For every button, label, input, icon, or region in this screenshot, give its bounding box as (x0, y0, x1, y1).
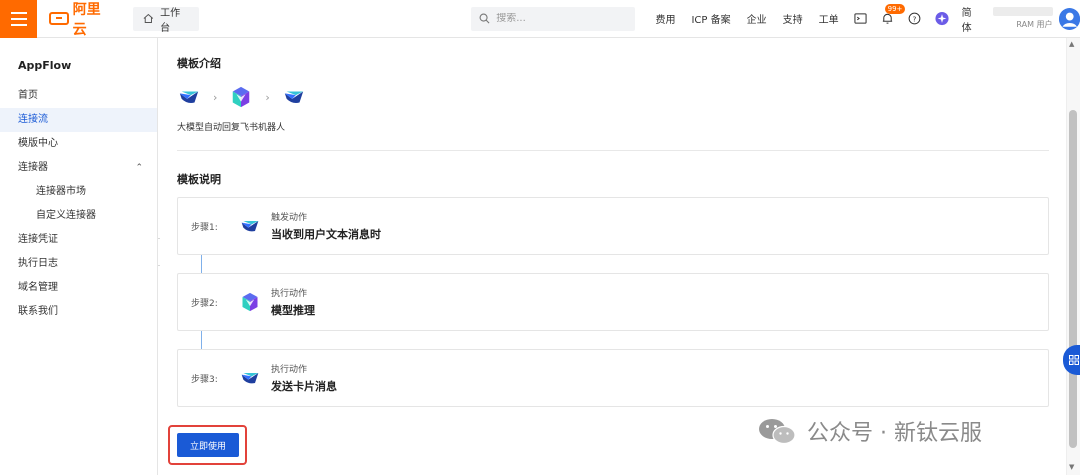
use-now-button[interactable]: 立即使用 (177, 433, 239, 457)
intro-title: 模板介绍 (177, 57, 221, 70)
step-name: 模型推理 (271, 304, 315, 317)
nav-support[interactable]: 支持 (775, 11, 811, 26)
feishu-icon (177, 85, 201, 109)
top-nav: 费用 ICP 备案 企业 支持 工单 99+ ? 简体 (647, 3, 977, 34)
aliyun-logo-icon (49, 12, 69, 25)
flow-icon-chain: › › (177, 85, 306, 109)
terminal-icon[interactable] (854, 12, 867, 26)
sidebar-item-domains[interactable]: 域名管理 (0, 276, 157, 300)
home-icon (143, 13, 154, 23)
avatar[interactable] (1058, 7, 1080, 30)
sidebar-item-connectors[interactable]: 连接器 ⌃ (0, 156, 157, 180)
sidebar-item-connector-market[interactable]: 连接器市场 (0, 180, 157, 204)
aliyun-logo[interactable]: 阿里云 (49, 0, 113, 39)
template-name: 大模型自动回复飞书机器人 (177, 123, 286, 133)
search-box[interactable] (471, 6, 636, 31)
step-type: 执行动作 (271, 289, 308, 299)
watermark-text: 公众号 · 新钛云服 (807, 421, 982, 446)
username-blurred (992, 7, 1053, 16)
sidebar-item-label: 自定义连接器 (36, 210, 96, 221)
user-info[interactable]: RAM 用户 (984, 0, 1053, 38)
feishu-icon (239, 367, 261, 389)
step-name: 当收到用户文本消息时 (271, 228, 381, 241)
watermark: 公众号 · 新钛云服 (757, 415, 982, 447)
top-bar: 阿里云 工作台 费用 ICP 备案 企业 支持 工单 99+ ? 简体 RAM … (0, 0, 1080, 38)
step-connector (201, 255, 202, 273)
sidebar-item-label: 模版中心 (18, 138, 58, 149)
search-icon (479, 13, 490, 24)
step-card-2: 步骤2: 执行动作 模型推理 (177, 273, 1049, 331)
step-label: 步骤3: (191, 374, 218, 385)
sidebar-item-label: 连接凭证 (18, 234, 58, 245)
notification-badge: 99+ (884, 3, 906, 14)
description-title: 模板说明 (177, 173, 221, 186)
app-title: AppFlow (18, 59, 72, 72)
feishu-icon (239, 215, 261, 237)
sidebar-item-label: 域名管理 (18, 282, 58, 293)
main-content: 模板介绍 › › 大模型自动回复飞书机器人 模板说明 步骤1: 触发动作 当收到… (160, 38, 1066, 475)
step-card-1: 步骤1: 触发动作 当收到用户文本消息时 (177, 197, 1049, 255)
sidebar-item-label: 首页 (18, 90, 38, 101)
workbench-label: 工作台 (160, 7, 181, 34)
user-avatar-icon (1058, 7, 1080, 30)
sidebar-item-contact[interactable]: 联系我们 (0, 300, 157, 324)
user-role: RAM 用户 (1016, 20, 1053, 29)
sidebar-item-flows[interactable]: 连接流 (0, 108, 157, 132)
step-name: 发送卡片消息 (271, 380, 337, 393)
sidebar-item-label: 连接流 (18, 114, 48, 125)
nav-ticket[interactable]: 工单 (811, 11, 847, 26)
sidebar-item-custom-connector[interactable]: 自定义连接器 (0, 204, 157, 228)
language-switch[interactable]: 简体 (962, 4, 977, 34)
menu-icon-line (10, 17, 27, 20)
sidebar-item-label: 联系我们 (18, 306, 58, 317)
wechat-icon (759, 419, 796, 445)
sidebar-item-label: 连接器 (18, 162, 48, 173)
chevron-up-icon: ⌃ (135, 163, 143, 173)
model-icon (239, 291, 261, 313)
search-input[interactable] (496, 13, 627, 24)
sidebar-item-templates[interactable]: 模版中心 (0, 132, 157, 156)
scrollbar-thumb[interactable] (1069, 110, 1077, 448)
nav-billing[interactable]: 费用 (647, 11, 683, 26)
step-type: 执行动作 (271, 365, 308, 375)
workbench-button[interactable]: 工作台 (133, 6, 200, 34)
sidebar-item-label: 执行日志 (18, 258, 58, 269)
nav-enterprise[interactable]: 企业 (739, 11, 775, 26)
sidebar-item-label: 连接器市场 (36, 186, 86, 197)
scroll-down-icon[interactable]: ▼ (1069, 463, 1074, 471)
step-connector (201, 331, 202, 349)
menu-icon-line (10, 11, 27, 14)
sidebar-item-credentials[interactable]: 连接凭证 (0, 228, 157, 252)
sidebar: AppFlow 首页 连接流 模版中心 连接器 ⌃ 连接器市场 自定义连接器 连接… (0, 38, 158, 475)
sidebar-item-home[interactable]: 首页 (0, 84, 157, 108)
divider (177, 150, 1049, 151)
grid-icon (1069, 355, 1079, 365)
menu-icon-line (10, 23, 27, 26)
help-icon[interactable]: ? (908, 12, 921, 26)
step-label: 步骤1: (191, 222, 218, 233)
nav-icp[interactable]: ICP 备案 (683, 11, 738, 26)
step-card-3: 步骤3: 执行动作 发送卡片消息 (177, 349, 1049, 407)
svg-text:?: ? (912, 14, 916, 23)
step-type: 触发动作 (271, 213, 308, 223)
scroll-up-icon[interactable]: ▲ (1069, 40, 1074, 48)
chevron-right-icon: › (265, 90, 270, 104)
model-icon (229, 85, 253, 109)
ai-assistant-icon[interactable] (935, 11, 949, 26)
sidebar-item-logs[interactable]: 执行日志 (0, 252, 157, 276)
feishu-icon (282, 85, 306, 109)
chevron-right-icon: › (213, 90, 218, 104)
bell-icon[interactable]: 99+ (881, 3, 906, 26)
step-label: 步骤2: (191, 298, 218, 309)
logo-text: 阿里云 (72, 1, 101, 38)
menu-button[interactable] (0, 0, 38, 38)
